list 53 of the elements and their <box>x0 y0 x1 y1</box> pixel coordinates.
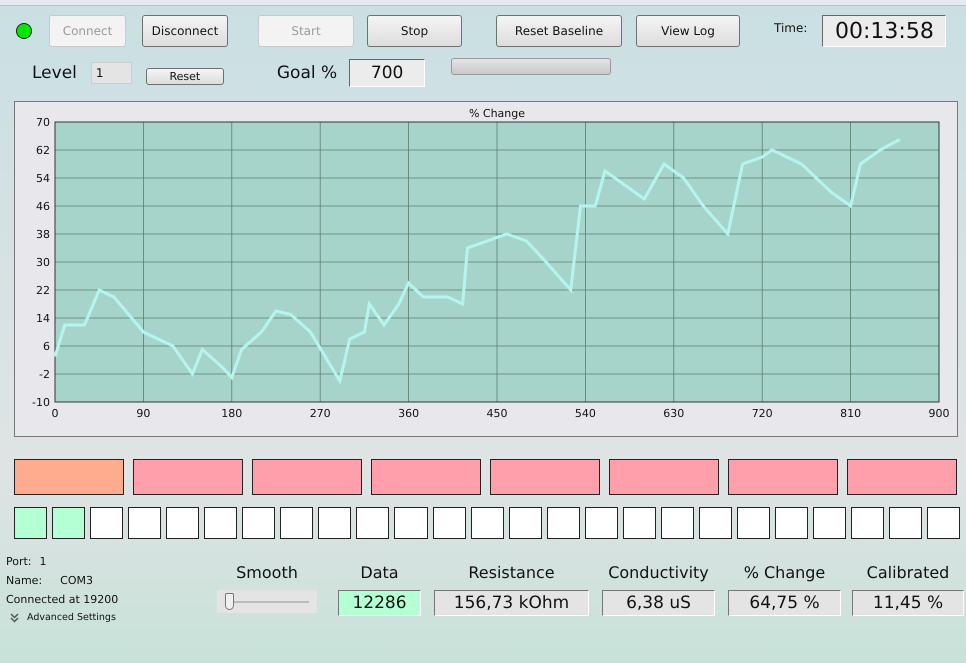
smooth-label: Smooth <box>236 563 298 582</box>
y-tick-label: 38 <box>36 228 50 241</box>
x-tick-label: 450 <box>486 407 508 420</box>
readout-value: 12286 <box>338 590 421 616</box>
x-tick-label: 720 <box>752 407 773 420</box>
y-tick-label: 22 <box>36 284 50 297</box>
toolbar-button[interactable]: Stop <box>367 15 462 47</box>
time-display: 00:13:58 <box>822 15 946 47</box>
readout-label: % Change <box>744 563 826 582</box>
x-tick-label: 90 <box>136 407 150 420</box>
readout-label: Data <box>360 563 399 582</box>
x-tick-label: 630 <box>663 407 684 420</box>
toolbar-button[interactable]: Disconnect <box>142 15 228 47</box>
y-tick-label: -10 <box>32 396 50 409</box>
port-value: 1 <box>40 555 47 568</box>
y-tick-label: 30 <box>36 256 50 269</box>
y-tick-label: 6 <box>43 340 50 353</box>
y-tick-label: 62 <box>36 144 50 157</box>
x-tick-label: 360 <box>398 407 420 420</box>
y-tick-label: 70 <box>36 116 50 129</box>
level-field[interactable]: 1 <box>90 62 132 84</box>
x-tick-label: 900 <box>928 407 950 420</box>
double-chevron-icon <box>10 612 19 622</box>
readout-value: 6,38 uS <box>602 590 715 616</box>
x-tick-label: 0 <box>52 407 58 420</box>
readout-value: 64,75 % <box>728 590 841 616</box>
reset-button[interactable]: Reset <box>146 68 224 84</box>
toolbar-button[interactable]: Reset Baseline <box>496 15 622 47</box>
goal-label: Goal % <box>276 63 338 83</box>
toolbar-button[interactable]: View Log <box>636 15 740 47</box>
readout-value: 156,73 kOhm <box>434 590 589 616</box>
y-tick-label: 46 <box>36 200 50 213</box>
level-label: Level <box>32 63 77 83</box>
name-value: COM3 <box>60 574 93 587</box>
readout-label: Resistance <box>468 563 555 582</box>
y-tick-label: -2 <box>39 368 50 381</box>
x-tick-label: 810 <box>840 407 862 420</box>
x-tick-label: 540 <box>574 407 596 420</box>
readout-value: 11,45 % <box>852 590 964 616</box>
x-tick-label: 270 <box>310 407 331 420</box>
smooth-slider[interactable] <box>217 590 317 613</box>
readout-label: Conductivity <box>608 563 709 582</box>
time-label: Time: <box>774 21 808 35</box>
port-label: Port: <box>6 555 32 568</box>
connection-status: Connected at 19200 <box>6 593 118 606</box>
name-label: Name: <box>6 574 42 587</box>
x-tick-label: 180 <box>221 407 242 420</box>
advanced-settings-link[interactable]: Advanced Settings <box>27 612 116 623</box>
y-tick-label: 14 <box>36 312 50 325</box>
chart-title: % Change <box>468 107 526 120</box>
goal-field[interactable]: 700 <box>349 59 426 87</box>
y-tick-label: 54 <box>36 172 50 185</box>
readout-label: Calibrated <box>866 563 950 582</box>
